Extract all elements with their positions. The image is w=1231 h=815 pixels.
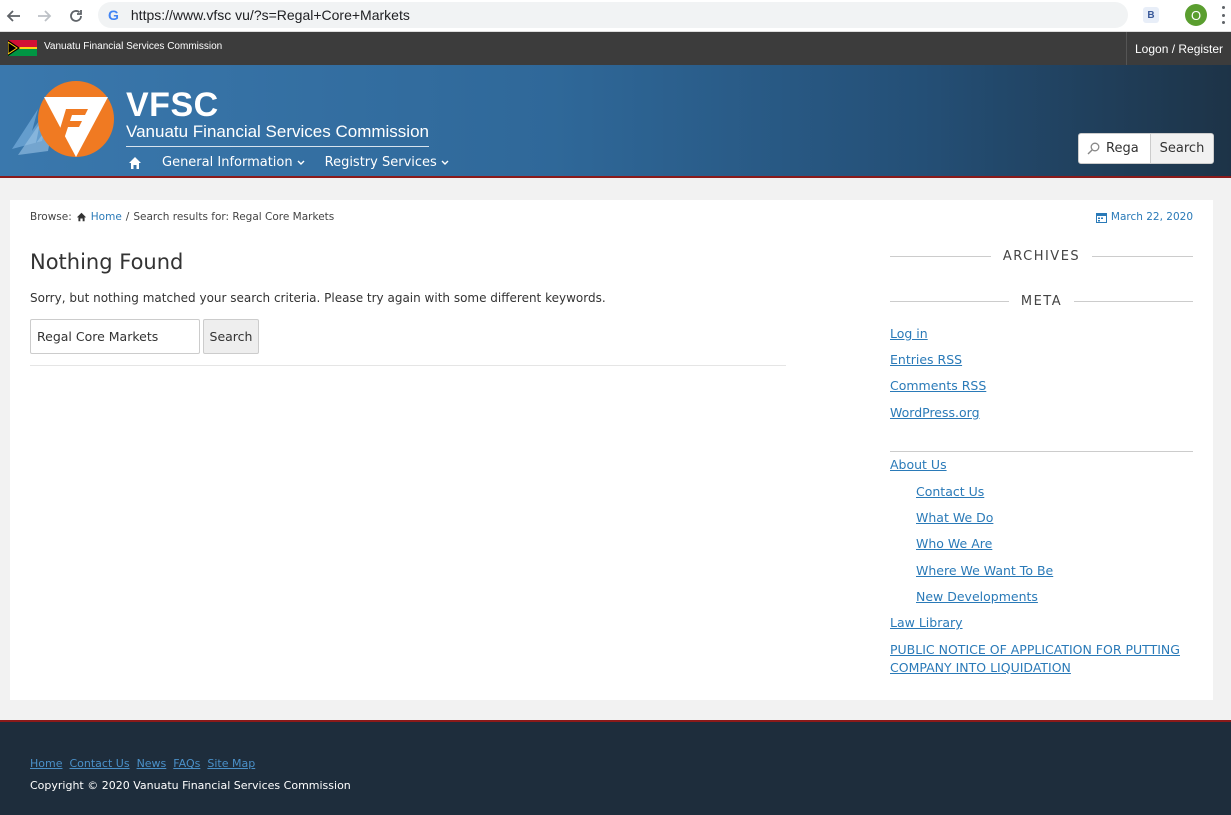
post-date[interactable]: March 22, 2020 — [1095, 211, 1193, 223]
breadcrumb-separator: / — [125, 211, 130, 223]
vanuatu-flag-icon — [8, 40, 37, 56]
meta-link-comments-rss[interactable]: Comments RSS — [890, 378, 986, 393]
search-button[interactable]: Search — [203, 319, 259, 354]
nav-registry-services[interactable]: Registry Services — [325, 155, 449, 170]
calendar-icon — [1095, 212, 1107, 223]
browser-menu-icon[interactable] — [1220, 6, 1226, 24]
browser-toolbar: G https://www.vfsc vu/?s=Regal+Core+Mark… — [0, 0, 1231, 32]
breadcrumb-browse-label: Browse: — [30, 211, 72, 223]
search-input[interactable] — [30, 319, 200, 354]
page-link-law-library[interactable]: Law Library — [890, 615, 963, 630]
post-date-text: March 22, 2020 — [1110, 211, 1193, 223]
header-search-value: Rega — [1106, 141, 1139, 156]
footer-link-faqs[interactable]: FAQs — [173, 757, 200, 770]
url-text[interactable]: https://www.vfsc vu/?s=Regal+Core+Market… — [131, 7, 410, 23]
header-search-button[interactable]: Search — [1151, 134, 1213, 163]
topbar-site-name: Vanuatu Financial Services Commission — [44, 41, 223, 52]
page-link-new-developments[interactable]: New Developments — [916, 589, 1038, 604]
extension-icon[interactable]: B — [1143, 7, 1159, 23]
breadcrumb-current: Search results for: Regal Core Markets — [133, 211, 335, 223]
brand-subtitle: Vanuatu Financial Services Commission — [126, 122, 429, 147]
no-results-message: Sorry, but nothing matched your search c… — [30, 291, 606, 305]
archives-widget-title: ARCHIVES — [890, 249, 1194, 264]
brand-title: VFSC — [126, 86, 219, 124]
page-link-public-notice[interactable]: PUBLIC NOTICE OF APPLICATION FOR PUTTING… — [890, 641, 1190, 677]
profile-avatar[interactable]: O — [1185, 4, 1207, 26]
chevron-down-icon — [297, 160, 305, 165]
meta-link-entries-rss[interactable]: Entries RSS — [890, 352, 962, 367]
main-navigation: General Information Registry Services — [128, 155, 449, 170]
forward-arrow-icon[interactable] — [32, 4, 56, 28]
nav-general-information[interactable]: General Information — [162, 155, 305, 170]
footer-link-news[interactable]: News — [137, 757, 167, 770]
home-icon — [76, 212, 86, 222]
vfsc-logo[interactable] — [10, 79, 120, 163]
breadcrumb-home-link[interactable]: Home — [91, 211, 122, 223]
nav-general-information-label: General Information — [162, 155, 293, 170]
page-link-about-us[interactable]: About Us — [890, 457, 947, 472]
reload-icon[interactable] — [64, 4, 88, 28]
content-card: Browse: Home / Search results for: Regal… — [10, 200, 1213, 700]
meta-link-log-in[interactable]: Log in — [890, 326, 928, 341]
page-link-who-we-are[interactable]: Who We Are — [916, 536, 992, 551]
site-header: VFSC Vanuatu Financial Services Commissi… — [0, 65, 1231, 178]
page-link-contact-us[interactable]: Contact Us — [916, 484, 984, 499]
breadcrumb: Browse: Home / Search results for: Regal… — [30, 211, 334, 223]
nav-registry-services-label: Registry Services — [324, 155, 437, 170]
footer-link-site-map[interactable]: Site Map — [207, 757, 255, 770]
footer-link-home[interactable]: Home — [30, 757, 62, 770]
sidebar-divider — [890, 451, 1193, 452]
meta-title: META — [1020, 294, 1063, 309]
footer-link-contact-us[interactable]: Contact Us — [69, 757, 129, 770]
header-search-input[interactable]: Rega — [1079, 134, 1151, 163]
archives-title: ARCHIVES — [1002, 249, 1081, 264]
chevron-down-icon — [441, 160, 449, 165]
home-icon[interactable] — [128, 156, 142, 170]
copyright-text: Copyright © 2020 Vanuatu Financial Servi… — [30, 779, 351, 792]
logon-register-link[interactable]: Logon / Register — [1126, 32, 1223, 65]
site-topbar: Vanuatu Financial Services Commission Lo… — [0, 32, 1231, 65]
site-footer: Home Contact Us News FAQs Site Map Copyr… — [0, 720, 1231, 815]
back-arrow-icon[interactable] — [2, 4, 26, 28]
header-search: Rega Search — [1078, 133, 1214, 164]
search-icon — [1087, 142, 1100, 155]
content-divider — [30, 365, 786, 366]
footer-links: Home Contact Us News FAQs Site Map — [30, 757, 255, 770]
address-bar[interactable]: G https://www.vfsc vu/?s=Regal+Core+Mark… — [98, 2, 1128, 28]
meta-widget-title: META — [890, 294, 1194, 309]
meta-link-wordpress-org[interactable]: WordPress.org — [890, 405, 980, 420]
page-title: Nothing Found — [30, 250, 184, 274]
page-link-what-we-do[interactable]: What We Do — [916, 510, 993, 525]
google-icon: G — [108, 7, 119, 23]
page-link-where-we-want-to-be[interactable]: Where We Want To Be — [916, 563, 1053, 578]
